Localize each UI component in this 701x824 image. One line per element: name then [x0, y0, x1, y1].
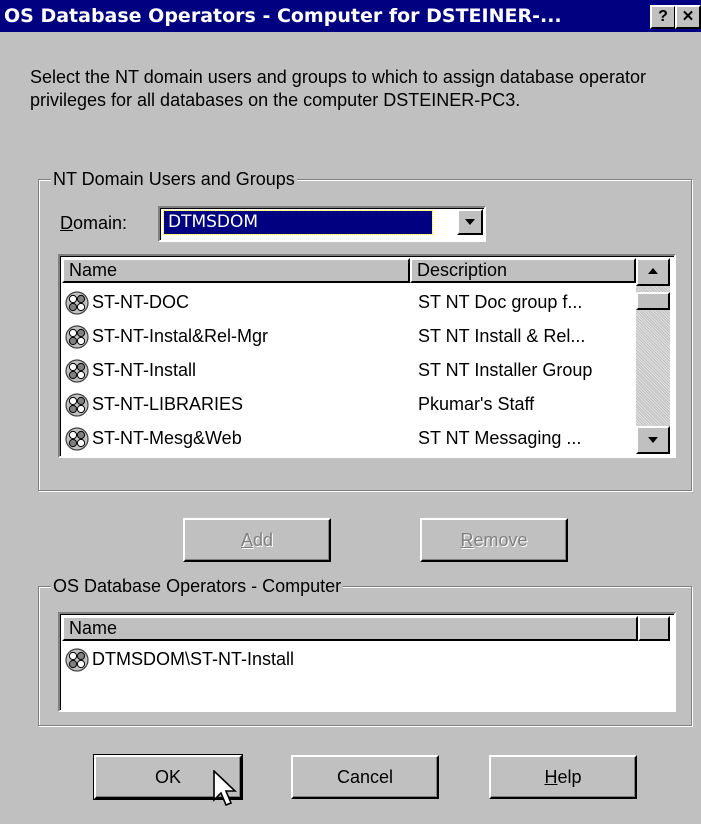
list-item-description: ST NT Install & Rel...	[418, 326, 586, 346]
help-title-button[interactable]: ?	[650, 5, 676, 29]
list-item-name: ST-NT-LIBRARIES	[92, 394, 244, 414]
scroll-up-button[interactable]	[636, 258, 670, 286]
vertical-scrollbar[interactable]	[636, 258, 670, 454]
group-icon	[64, 392, 90, 418]
scroll-down-icon	[648, 437, 658, 443]
list-item[interactable]: ST-NT-Netscape-Lic Netscape Licensed	[62, 455, 636, 456]
domain-label: Domain:	[60, 213, 128, 233]
list-item-description: ST NT Doc group f...	[418, 292, 583, 312]
domain-select[interactable]: DTMSDOM	[158, 206, 486, 242]
group-icon	[64, 358, 90, 384]
domain-users-list[interactable]: Name Description ST-NT-DOC ST NT Doc grou…	[58, 254, 676, 458]
list-item-description: ST NT Messaging ...	[418, 428, 582, 448]
list-item-name: ST-NT-Mesg&Web	[92, 428, 242, 448]
list-item-name: ST-NT-Netscape-Lic	[92, 455, 254, 456]
scroll-up-icon	[648, 268, 658, 274]
add-button[interactable]: Add	[183, 518, 331, 562]
group-icon	[64, 290, 90, 316]
domain-dropdown-button[interactable]	[457, 209, 483, 235]
list-item[interactable]: ST-NT-Install ST NT Installer Group	[62, 353, 636, 387]
list-item-description: Pkumar's Staff	[418, 394, 535, 414]
intro-text: Select the NT domain users and groups to…	[30, 67, 647, 110]
chevron-down-icon	[465, 219, 475, 225]
window-title: OS Database Operators - Computer for DST…	[4, 5, 562, 27]
domain-users-group-legend: NT Domain Users and Groups	[51, 168, 297, 190]
domain-select-value: DTMSDOM	[163, 210, 433, 235]
cancel-button[interactable]: Cancel	[291, 755, 439, 799]
list-item-description: Netscape Licensed	[418, 455, 571, 456]
close-button[interactable]: ✕	[675, 5, 701, 29]
list-item[interactable]: ST-NT-DOC ST NT Doc group f...	[62, 285, 636, 319]
column-header-name[interactable]: Name	[62, 258, 410, 283]
list-item[interactable]: ST-NT-LIBRARIES Pkumar's Staff	[62, 387, 636, 421]
group-icon	[64, 647, 90, 673]
list-item-name: ST-NT-Install	[92, 360, 197, 380]
list-item-name: DTMSDOM\ST-NT-Install	[92, 649, 295, 669]
list-item[interactable]: DTMSDOM\ST-NT-Install	[62, 642, 668, 676]
scroll-down-button[interactable]	[636, 426, 670, 454]
operators-group-legend: OS Database Operators - Computer	[51, 575, 344, 597]
list-item[interactable]: ST-NT-Instal&Rel-Mgr ST NT Install & Rel.…	[62, 319, 636, 353]
group-icon	[64, 324, 90, 350]
list-item-name: ST-NT-DOC	[92, 292, 189, 312]
column-header-description[interactable]: Description	[410, 258, 636, 283]
mouse-pointer-icon	[213, 770, 237, 807]
list-item[interactable]: ST-NT-Mesg&Web ST NT Messaging ...	[62, 421, 636, 455]
list-item-description: ST NT Installer Group	[418, 360, 593, 380]
dialog-window: OS Database Operators - Computer for DST…	[0, 0, 701, 824]
remove-button[interactable]: Remove	[420, 518, 568, 562]
group-icon	[64, 426, 90, 452]
operators-column-header-extra	[638, 616, 670, 641]
operators-list[interactable]: Name DTMSDOM\ST-NT-Install	[58, 612, 676, 712]
operators-column-header-name[interactable]: Name	[62, 616, 638, 641]
scroll-thumb[interactable]	[636, 292, 670, 310]
help-button[interactable]: Help	[489, 755, 637, 799]
list-item-name: ST-NT-Instal&Rel-Mgr	[92, 326, 269, 346]
title-bar[interactable]: OS Database Operators - Computer for DST…	[0, 0, 701, 32]
